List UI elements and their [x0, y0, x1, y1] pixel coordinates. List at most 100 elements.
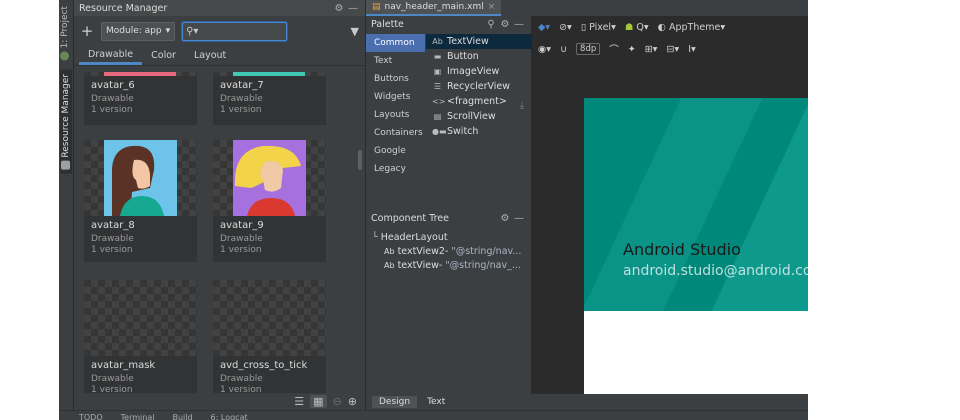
download-icon[interactable]: ⤓ — [520, 101, 524, 111]
grid-view-icon[interactable]: ▦ — [310, 395, 327, 408]
tab-drawable[interactable]: Drawable — [79, 49, 143, 65]
palette-category-google[interactable]: Google — [366, 142, 425, 160]
palette-item-imageview[interactable]: ▣ ImageView — [426, 64, 532, 79]
search-icon[interactable]: ⚲ — [484, 19, 498, 30]
palette-item-label: ScrollView — [447, 111, 496, 122]
list-view-icon[interactable]: ☰ — [294, 395, 304, 408]
gear-icon[interactable]: ⚙ — [498, 213, 512, 224]
resource-grid: avatar_6 Drawable 1 version avatar_7 Dra… — [74, 72, 365, 393]
palette-item-scrollview[interactable]: ▤ ScrollView — [426, 109, 532, 124]
resource-thumbnail — [213, 280, 326, 356]
api-label: Q — [636, 21, 644, 33]
align-icon[interactable]: ⊟▾ — [666, 44, 679, 55]
tree-node-root[interactable]: └ HeaderLayout — [366, 230, 531, 244]
palette-item-button[interactable]: ▬ Button — [426, 49, 532, 64]
palette-category-text[interactable]: Text — [366, 52, 425, 70]
nav-header-background — [584, 98, 808, 311]
palette-category-common[interactable]: Common — [366, 34, 425, 52]
tree-node[interactable]: Ab textView2- "@string/nav... — [366, 244, 531, 258]
pack-icon[interactable]: ⊞▾ — [645, 44, 658, 55]
resource-versions: 1 version — [91, 105, 133, 115]
terminal-tab[interactable]: Terminal — [121, 411, 155, 420]
tree-node-value: "@string/nav... — [451, 245, 522, 257]
resource-tile[interactable]: avatar_8 Drawable 1 version — [84, 140, 197, 262]
palette-category-legacy[interactable]: Legacy — [366, 160, 425, 178]
grid-scrollbar[interactable] — [358, 150, 362, 170]
file-tabs: ▤ nav_header_main.xml × — [366, 0, 808, 16]
ide-window: 1: Project Resource Manager Resource Man… — [59, 0, 808, 420]
resource-tile[interactable]: avatar_7 Drawable 1 version — [213, 72, 326, 125]
resource-tile[interactable]: avatar_6 Drawable 1 version — [84, 72, 197, 125]
build-tab[interactable]: Build — [172, 411, 192, 420]
tab-text[interactable]: Text — [420, 396, 452, 408]
palette-item-fragment[interactable]: <> <fragment> — [426, 94, 532, 109]
palette-item-label: ImageView — [447, 66, 500, 77]
minimize-icon[interactable]: — — [512, 19, 526, 30]
resource-tile[interactable]: avatar_mask Drawable 1 version — [84, 280, 197, 393]
minimize-icon[interactable]: — — [346, 3, 360, 14]
resource-versions: 1 version — [220, 105, 262, 115]
palette-item-textview[interactable]: Ab TextView — [426, 34, 532, 49]
palette-item-label: RecyclerView — [447, 81, 511, 92]
resource-manager-header: Resource Manager ⚙ — — [74, 0, 365, 16]
todo-tab[interactable]: TODO — [79, 411, 103, 420]
zoom-in-icon[interactable]: ⊕ — [348, 395, 357, 408]
resource-thumbnail — [213, 72, 326, 76]
theme-icon: ◐ — [657, 21, 666, 33]
resource-tile[interactable]: avatar_9 Drawable 1 version — [213, 140, 326, 262]
gear-icon[interactable]: ⚙ — [498, 19, 512, 30]
resource-thumbnail — [84, 280, 197, 356]
view-mode-bar: ☰ ▦ ⊖ ⊕ — [74, 393, 365, 410]
palette-panel: Palette ⚲ ⚙ — Common Text Buttons Widget… — [366, 16, 532, 226]
tab-layout[interactable]: Layout — [185, 50, 235, 65]
device-select[interactable]: ▯ Pixel▾ — [581, 22, 616, 33]
eye-icon[interactable]: ◉▾ — [538, 44, 551, 55]
tab-design[interactable]: Design — [372, 396, 418, 408]
infer-constraints-icon[interactable]: ✦ — [628, 44, 636, 55]
resource-tile[interactable]: avd_cross_to_tick Drawable 1 version — [213, 280, 326, 393]
gear-icon[interactable]: ⚙ — [332, 3, 346, 14]
resource-versions: 1 version — [220, 385, 262, 393]
layout-icon: └ — [372, 231, 378, 243]
add-resource-button[interactable]: + — [80, 22, 94, 40]
resource-name: avatar_6 — [91, 80, 135, 91]
resource-manager-tool-tab[interactable]: Resource Manager — [60, 70, 72, 174]
theme-select[interactable]: ◐ AppTheme▾ — [658, 22, 725, 33]
preview-subtitle[interactable]: android.studio@android.com — [623, 263, 808, 279]
palette-title: Palette — [371, 18, 404, 30]
design-toolbar-2: ◉▾ ∪ 8dp ⌒ ✦ ⊞▾ ⊟▾ Ι▾ — [532, 38, 808, 60]
left-tool-strip: 1: Project Resource Manager — [59, 0, 74, 410]
api-select[interactable]: ☗ Q▾ — [625, 22, 649, 33]
tab-color[interactable]: Color — [142, 50, 185, 65]
palette-item-recyclerview[interactable]: ☰ RecyclerView — [426, 79, 532, 94]
layers-icon[interactable]: ◆▾ — [538, 22, 550, 33]
module-select[interactable]: Module: app ▾ — [101, 21, 176, 41]
palette-category-layouts[interactable]: Layouts — [366, 106, 425, 124]
resource-name: avatar_9 — [220, 220, 264, 231]
project-tool-tab[interactable]: 1: Project — [60, 6, 70, 61]
button-icon: ▬ — [433, 52, 442, 61]
search-input[interactable]: ⚲▾ — [182, 21, 288, 41]
guidelines-icon[interactable]: Ι▾ — [688, 44, 696, 55]
close-icon[interactable]: × — [488, 2, 496, 12]
palette-category-buttons[interactable]: Buttons — [366, 70, 425, 88]
palette-item-switch[interactable]: ●▬ Switch — [426, 124, 532, 139]
default-margin-select[interactable]: 8dp — [576, 43, 601, 55]
filter-icon[interactable]: ▼ — [351, 25, 359, 38]
clear-constraints-icon[interactable]: ⌒ — [609, 42, 619, 56]
logcat-tab[interactable]: 6: Logcat — [211, 411, 248, 420]
palette-item-label: Button — [447, 51, 479, 62]
tree-node[interactable]: Ab textView- "@string/nav_... — [366, 258, 531, 272]
magnet-icon[interactable]: ∪ — [560, 44, 567, 55]
zoom-out-icon[interactable]: ⊖ — [333, 395, 342, 408]
module-select-value: Module: app — [106, 26, 162, 36]
orientation-icon[interactable]: ⊘▾ — [559, 22, 572, 33]
palette-category-containers[interactable]: Containers — [366, 124, 425, 142]
file-tab[interactable]: ▤ nav_header_main.xml × — [366, 0, 502, 16]
minimize-icon[interactable]: — — [512, 213, 526, 224]
file-tab-label: nav_header_main.xml — [384, 2, 484, 12]
palette-category-widgets[interactable]: Widgets — [366, 88, 425, 106]
preview-title[interactable]: Android Studio — [623, 240, 741, 259]
palette-item-label: TextView — [447, 36, 489, 47]
resource-thumbnail — [84, 72, 197, 76]
